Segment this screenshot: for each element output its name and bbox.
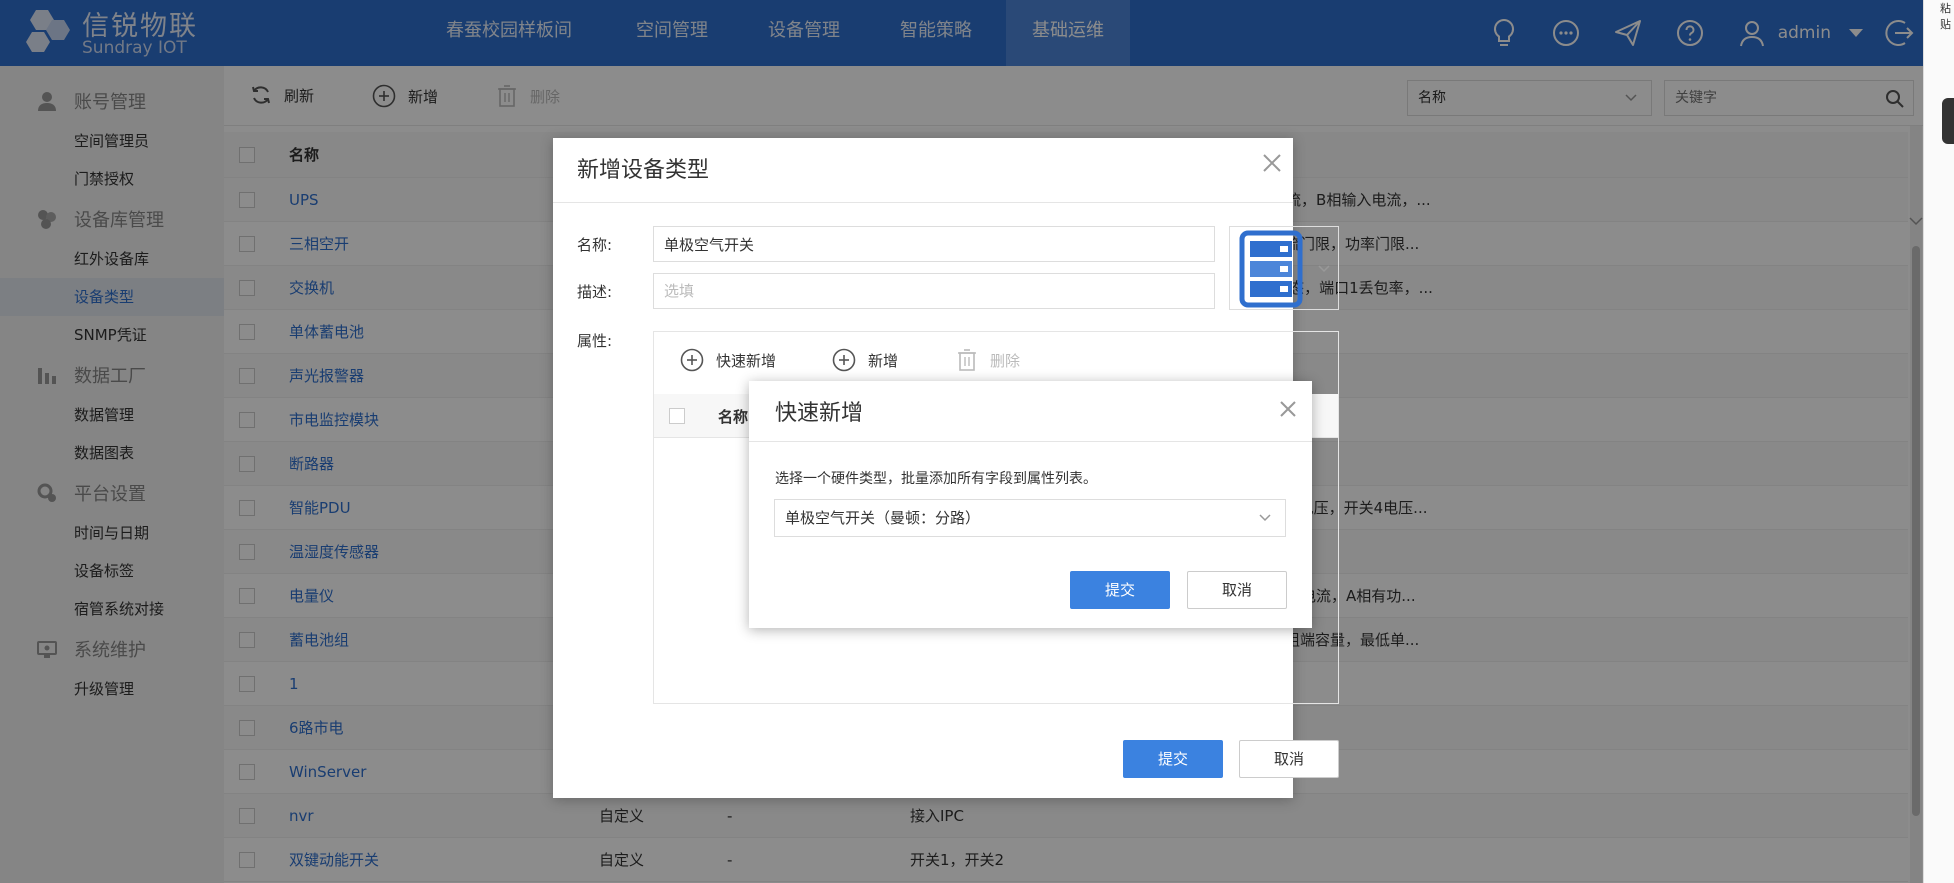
quick-add-dialog: 快速新增 选择一个硬件类型，批量添加所有字段到属性列表。 单极空气开关（曼顿：分… [749,381,1312,628]
dialog-title: 新增设备类型 [577,158,710,183]
hardware-type-select[interactable]: 单极空气开关（曼顿：分路） [774,499,1286,537]
name-field[interactable] [653,226,1215,262]
desc-field[interactable] [653,273,1215,309]
attr-delete-button[interactable]: 删除 [956,348,1020,372]
add-circle-icon [832,348,856,372]
side-handle[interactable] [1942,98,1954,144]
close-icon[interactable] [1261,152,1283,174]
divider [749,441,1312,442]
dialog-message: 选择一个硬件类型，批量添加所有字段到属性列表。 [775,471,1097,487]
hardware-type-value: 单极空气开关（曼顿：分路） [785,509,981,527]
dialog-title: 快速新增 [775,401,864,426]
chevron-down-icon [1259,514,1271,522]
server-icon [1239,230,1303,308]
name-label: 名称: [577,236,613,254]
attr-add-label: 新增 [868,351,899,370]
trash-icon [958,349,976,371]
quick-add-label: 快速新增 [716,351,777,370]
attr-select-all-checkbox[interactable] [669,408,685,424]
attr-delete-label: 删除 [990,351,1021,370]
quick-cancel-button[interactable]: 取消 [1187,571,1287,609]
cancel-button[interactable]: 取消 [1239,740,1339,778]
add-circle-icon [680,348,704,372]
attr-label: 属性: [577,332,613,350]
icon-picker[interactable] [1229,226,1339,310]
close-icon[interactable] [1278,399,1298,419]
divider [553,202,1293,203]
browser-side-strip: 粘贴 [1923,0,1954,883]
attr-add-button[interactable]: 新增 [832,348,898,372]
attr-col-name: 名称 [718,408,749,426]
quick-submit-button[interactable]: 提交 [1070,571,1170,609]
desc-label: 描述: [577,283,613,301]
submit-button[interactable]: 提交 [1123,740,1223,778]
paste-label[interactable]: 粘贴 [1940,0,1954,32]
quick-add-button[interactable]: 快速新增 [680,348,776,372]
chevron-down-icon [1318,265,1330,273]
